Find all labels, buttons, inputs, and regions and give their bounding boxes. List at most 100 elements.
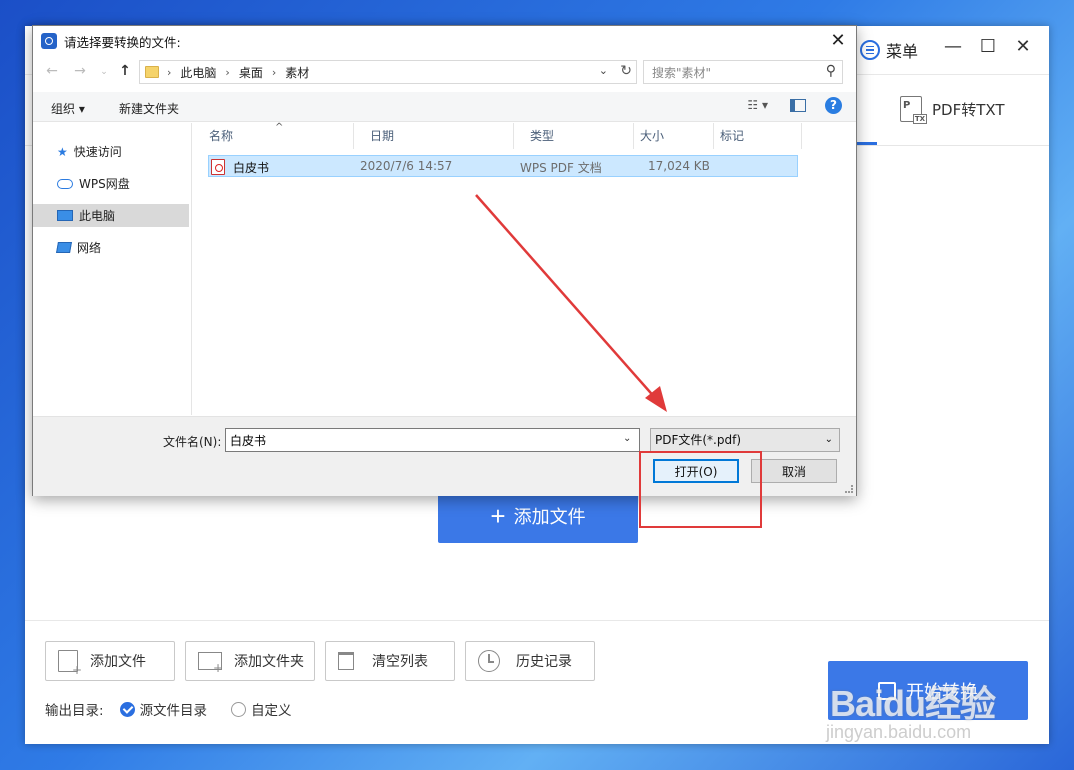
radio-unchecked-icon [231,701,247,717]
file-row-selected[interactable]: 白皮书 2020/7/6 14:57 WPS PDF 文档 17,024 KB [208,155,798,177]
cloud-icon [57,178,73,189]
nav-label: 网络 [77,241,102,255]
clock-icon [478,650,500,672]
menu-label: 菜单 [886,42,919,61]
column-header-type[interactable]: 类型 [514,123,634,149]
search-icon: ⚲ [825,63,836,79]
pdf-to-txt-icon: P TX [900,96,927,124]
baidu-watermark: Baidu经验 [830,683,996,724]
clear-list-label: 清空列表 [372,654,428,670]
forward-arrow-icon[interactable]: → [71,63,89,79]
column-header-tag[interactable]: 标记 [714,123,802,149]
recent-dropdown-icon[interactable]: ⌄ [95,67,113,77]
column-label: 大小 [640,129,665,143]
output-directory-row: 输出目录: 源文件目录 自定义 [45,699,306,719]
column-label: 名称 [209,129,234,143]
file-size: 17,024 KB [648,159,710,173]
cancel-button[interactable]: 取消 [751,459,837,483]
nav-item-network[interactable]: 网络 [33,236,189,259]
clear-list-button[interactable]: 清空列表 [325,641,455,681]
pdf-file-icon [211,159,225,175]
trash-icon [338,652,354,670]
column-label: 类型 [530,129,555,143]
file-type: WPS PDF 文档 [520,161,602,175]
view-options-icon[interactable]: ☷ ▾ [747,98,768,112]
column-header-name[interactable]: 名称 ^ [193,122,354,149]
filename-field[interactable] [225,428,640,452]
nav-label: 此电脑 [79,209,116,223]
dialog-toolbar: 组织 ▾ 新建文件夹 ☷ ▾ ? [33,92,856,122]
watermark-url: jingyan.baidu.com [826,722,972,742]
menu-button[interactable]: 菜单 [860,38,918,62]
history-button[interactable]: 历史记录 [465,641,595,681]
new-folder-button[interactable]: 新建文件夹 [119,100,179,117]
network-icon [56,242,72,253]
chevron-right-icon: › [167,65,172,79]
search-input[interactable]: 搜索"素材" ⚲ [643,60,843,84]
dialog-title-bar: 请选择要转换的文件: ✕ [33,26,856,56]
add-folder-icon [198,652,223,675]
nav-item-this-pc[interactable]: 此电脑 [33,204,189,227]
minimize-icon[interactable]: — [940,36,966,57]
radio-checked-icon [119,701,135,717]
nav-item-quick-access[interactable]: ★ 快速访问 [33,140,189,163]
chevron-right-icon: › [271,65,277,79]
back-arrow-icon[interactable]: ← [43,63,61,79]
tab-label: PDF转TXT [932,100,1005,119]
history-label: 历史记录 [516,654,572,670]
folder-icon [145,66,159,78]
breadcrumb-desktop[interactable]: 桌面 [239,64,263,81]
add-file-icon [58,650,82,677]
add-file-button[interactable]: 添加文件 [45,641,175,681]
column-header-size[interactable]: 大小 [634,123,714,149]
resize-grip-icon[interactable] [845,485,853,493]
chevron-down-icon: ⌄ [824,434,833,445]
address-bar[interactable]: › 此电脑 › 桌面 › 素材 ⌄ ↻ [139,60,637,84]
column-label: 日期 [370,129,395,143]
radio-source-dir[interactable]: 源文件目录 [119,699,208,719]
radio-custom-label: 自定义 [251,703,292,719]
breadcrumb-folder[interactable]: 素材 [285,64,309,81]
chevron-down-icon[interactable]: ⌄ [599,64,608,77]
output-label: 输出目录: [45,703,104,719]
dialog-title: 请选择要转换的文件: [64,34,181,50]
column-header-date[interactable]: 日期 [354,123,514,149]
preview-pane-icon[interactable] [790,99,806,112]
radio-source-label: 源文件目录 [139,703,208,719]
plus-icon: + [490,500,506,531]
organize-menu[interactable]: 组织 ▾ [51,100,85,117]
chevron-down-icon[interactable]: ⌄ [623,433,631,444]
breadcrumb-this-pc[interactable]: 此电脑 [180,64,216,81]
file-type-select[interactable]: PDF文件(*.pdf) ⌄ [650,428,840,452]
star-icon: ★ [57,144,68,159]
annotation-highlight-box [639,451,762,528]
sort-ascending-icon: ^ [275,122,284,133]
add-folder-button[interactable]: 添加文件夹 [185,641,315,681]
dialog-close-icon[interactable]: ✕ [826,30,850,52]
nav-label: 快速访问 [73,145,122,159]
nav-item-wps-cloud[interactable]: WPS网盘 [33,172,189,195]
chevron-right-icon: › [225,65,230,79]
column-label: 标记 [720,129,745,143]
list-icon [860,40,880,60]
search-placeholder: 搜索"素材" [652,65,712,80]
file-type-value: PDF文件(*.pdf) [655,433,742,447]
file-open-dialog: 请选择要转换的文件: ✕ ← → ⌄ ↑ › 此电脑 › 桌面 › 素材 ⌄ ↻… [32,25,857,496]
close-icon[interactable]: ✕ [1010,36,1036,57]
maximize-icon[interactable]: ☐ [975,36,1001,57]
up-arrow-icon[interactable]: ↑ [116,63,134,79]
refresh-icon[interactable]: ↻ [620,63,632,79]
help-icon[interactable]: ? [825,97,842,114]
app-logo-icon [41,33,57,49]
add-folder-label: 添加文件夹 [234,654,304,670]
file-name: 白皮书 [233,161,270,175]
tab-pdf-to-txt[interactable]: P TX PDF转TXT [900,96,1005,124]
computer-icon [57,210,73,221]
radio-custom-dir[interactable]: 自定义 [231,699,292,719]
navigation-pane: ★ 快速访问 WPS网盘 此电脑 网络 [33,123,192,415]
filename-label: 文件名(N): [163,435,222,449]
add-file-primary-button[interactable]: + 添加文件 [438,488,638,543]
nav-label: WPS网盘 [79,177,130,191]
file-list: 名称 ^ 日期 类型 大小 标记 白皮书 2020/7/6 14:57 WPS … [193,122,856,415]
file-date: 2020/7/6 14:57 [360,159,453,173]
